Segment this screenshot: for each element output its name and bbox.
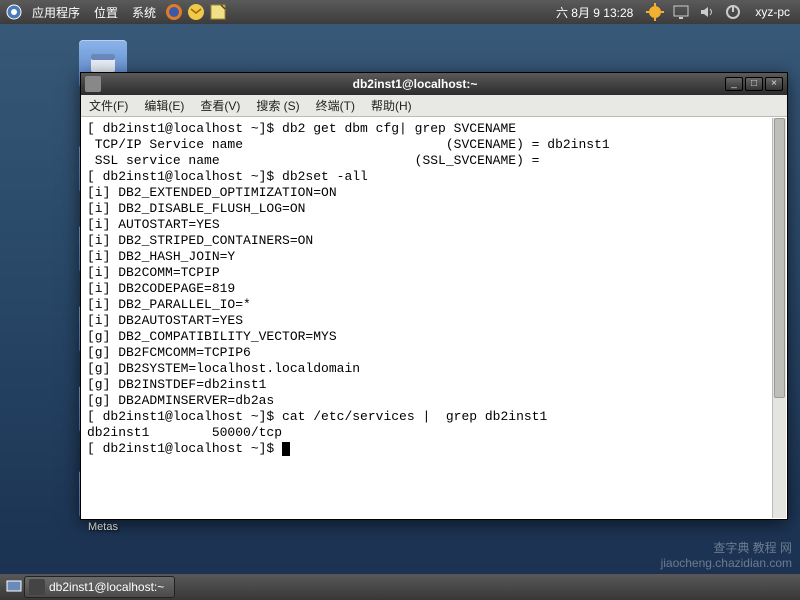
show-desktop-icon[interactable] (4, 577, 24, 597)
terminal-titlebar-icon (85, 76, 101, 92)
terminal-line: [i] DB2_PARALLEL_IO=* (87, 297, 781, 313)
volume-icon[interactable] (697, 2, 717, 22)
terminal-line: [g] DB2INSTDEF=db2inst1 (87, 377, 781, 393)
window-controls: _ □ × (725, 77, 783, 91)
terminal-line: [ db2inst1@localhost ~]$ db2 get dbm cfg… (87, 121, 781, 137)
terminal-line: [i] DB2_EXTENDED_OPTIMIZATION=ON (87, 185, 781, 201)
menu-search[interactable]: 搜索 (S) (248, 95, 307, 116)
terminal-line: [i] DB2_STRIPED_CONTAINERS=ON (87, 233, 781, 249)
taskbar-terminal-button[interactable]: db2inst1@localhost:~ (24, 576, 175, 598)
terminal-line: [ db2inst1@localhost ~]$ db2set -all (87, 169, 781, 185)
terminal-scrollbar[interactable] (772, 118, 786, 518)
weather-icon[interactable] (645, 2, 665, 22)
close-button[interactable]: × (765, 77, 783, 91)
maximize-button[interactable]: □ (745, 77, 763, 91)
top-panel: 应用程序 位置 系统 六 8月 9 13:28 xyz-pc (0, 0, 800, 24)
terminal-line: [i] DB2CODEPAGE=819 (87, 281, 781, 297)
menu-terminal[interactable]: 终端(T) (308, 95, 363, 116)
display-icon[interactable] (671, 2, 691, 22)
terminal-menubar: 文件(F) 编辑(E) 查看(V) 搜索 (S) 终端(T) 帮助(H) (81, 95, 787, 117)
menu-file[interactable]: 文件(F) (81, 95, 136, 116)
terminal-line: db2inst1 50000/tcp (87, 425, 781, 441)
watermark: 查字典 教程 网 jiaocheng.chazidian.com (661, 541, 792, 570)
terminal-line: [g] DB2_COMPATIBILITY_VECTOR=MYS (87, 329, 781, 345)
bottom-panel: db2inst1@localhost:~ (0, 574, 800, 600)
terminal-title: db2inst1@localhost:~ (105, 77, 725, 91)
terminal-line: [i] AUTOSTART=YES (87, 217, 781, 233)
terminal-line: [g] DB2ADMINSERVER=db2as (87, 393, 781, 409)
menu-system[interactable]: 系统 (126, 2, 162, 23)
firefox-icon[interactable] (164, 2, 184, 22)
terminal-line: TCP/IP Service name (SVCENAME) = db2inst… (87, 137, 781, 153)
terminal-line: [g] DB2FCMCOMM=TCPIP6 (87, 345, 781, 361)
menu-view[interactable]: 查看(V) (192, 95, 248, 116)
panel-right: 六 8月 9 13:28 xyz-pc (550, 2, 796, 22)
minimize-button[interactable]: _ (725, 77, 743, 91)
note-icon[interactable] (208, 2, 228, 22)
panel-clock[interactable]: 六 8月 9 13:28 (550, 4, 639, 21)
terminal-line: [ db2inst1@localhost ~]$ (87, 441, 781, 457)
terminal-cursor (282, 442, 290, 456)
watermark-line1: 查字典 教程 网 (661, 541, 792, 555)
mail-icon[interactable] (186, 2, 206, 22)
menu-help[interactable]: 帮助(H) (363, 95, 420, 116)
terminal-line: [i] DB2COMM=TCPIP (87, 265, 781, 281)
hostname-label: xyz-pc (749, 5, 796, 19)
terminal-line: [g] DB2SYSTEM=localhost.localdomain (87, 361, 781, 377)
terminal-body[interactable]: [ db2inst1@localhost ~]$ db2 get dbm cfg… (81, 117, 787, 519)
terminal-window: db2inst1@localhost:~ _ □ × 文件(F) 编辑(E) 查… (80, 72, 788, 520)
terminal-line: SSL service name (SSL_SVCENAME) = (87, 153, 781, 169)
desktop-icon-label: Metas (88, 521, 118, 534)
menu-places[interactable]: 位置 (88, 2, 124, 23)
task-terminal-icon (29, 579, 45, 595)
terminal-titlebar[interactable]: db2inst1@localhost:~ _ □ × (81, 73, 787, 95)
terminal-line: [i] DB2_DISABLE_FLUSH_LOG=ON (87, 201, 781, 217)
power-icon[interactable] (723, 2, 743, 22)
terminal-line: [i] DB2_HASH_JOIN=Y (87, 249, 781, 265)
panel-left: 应用程序 位置 系统 (4, 2, 228, 23)
terminal-line: [i] DB2AUTOSTART=YES (87, 313, 781, 329)
watermark-line2: jiaocheng.chazidian.com (661, 556, 792, 570)
terminal-line: [ db2inst1@localhost ~]$ cat /etc/servic… (87, 409, 781, 425)
menu-edit[interactable]: 编辑(E) (136, 95, 192, 116)
menu-applications[interactable]: 应用程序 (26, 2, 86, 23)
system-menu-icon[interactable] (4, 2, 24, 22)
task-label: db2inst1@localhost:~ (49, 580, 164, 594)
scrollbar-thumb[interactable] (774, 118, 785, 398)
